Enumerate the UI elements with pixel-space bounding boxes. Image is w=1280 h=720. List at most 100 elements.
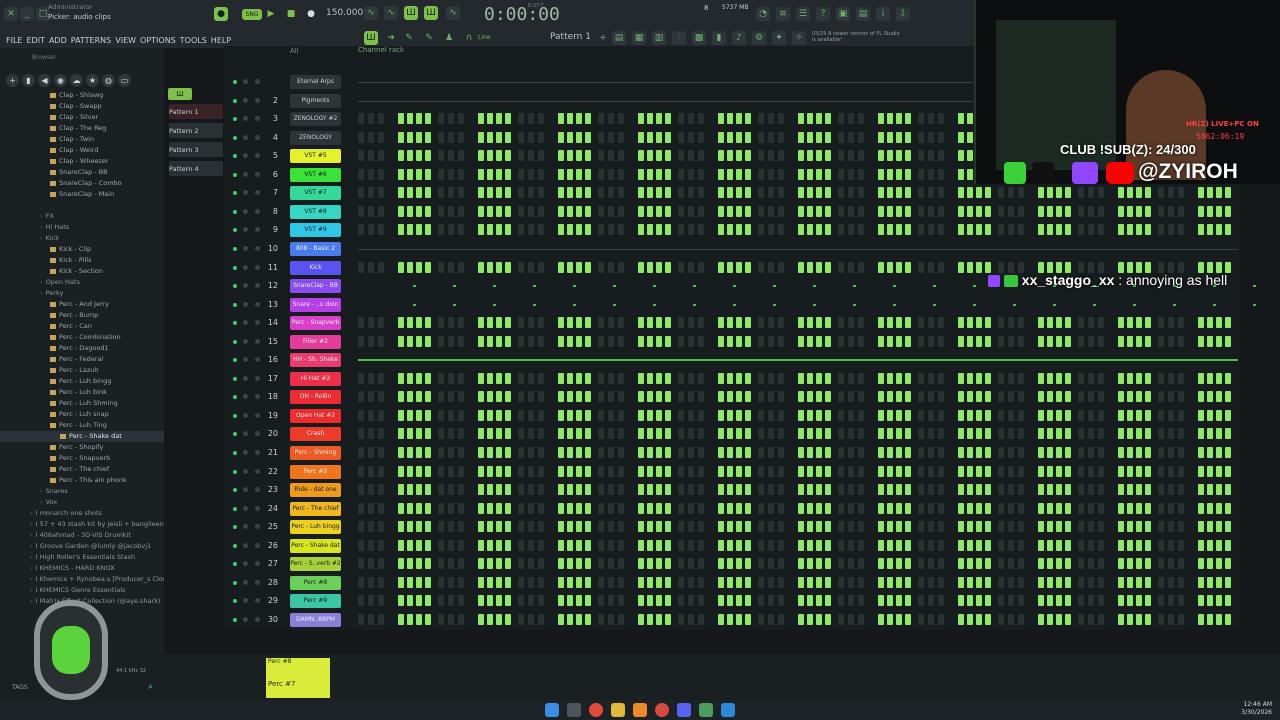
pan-knob[interactable] [243, 561, 248, 567]
step-button[interactable] [758, 558, 764, 570]
step-button[interactable] [758, 335, 764, 347]
step-button[interactable] [1225, 205, 1231, 217]
step-button[interactable] [608, 372, 614, 384]
step-button[interactable] [727, 168, 733, 180]
step-button[interactable] [768, 576, 774, 588]
step-button[interactable] [1078, 428, 1084, 440]
step-button[interactable] [816, 205, 822, 217]
step-button[interactable] [598, 150, 604, 162]
step-button[interactable] [438, 113, 444, 125]
step-button[interactable] [487, 113, 493, 125]
browser-file[interactable]: Perc - Luh bink [0, 387, 164, 398]
step-button[interactable] [736, 576, 742, 588]
step-button[interactable] [496, 317, 502, 329]
step-button[interactable] [967, 539, 973, 551]
step-button[interactable] [425, 613, 431, 625]
step-button[interactable] [938, 447, 944, 458]
step-button[interactable] [618, 261, 624, 273]
step-button[interactable] [727, 150, 733, 162]
step-button[interactable] [938, 205, 944, 217]
step-button[interactable] [598, 391, 604, 403]
step-button[interactable] [967, 150, 973, 162]
step-button[interactable] [998, 372, 1004, 384]
step-button[interactable] [378, 409, 384, 421]
step-button[interactable] [736, 131, 742, 143]
step-button[interactable] [878, 428, 884, 440]
step-button[interactable] [538, 539, 544, 551]
step-button[interactable] [758, 317, 764, 329]
step-button[interactable] [918, 484, 924, 496]
step-button[interactable] [598, 595, 604, 607]
step-button[interactable] [807, 205, 813, 217]
step-button[interactable] [718, 335, 724, 347]
step-button[interactable] [1168, 539, 1174, 551]
step-button[interactable] [1047, 595, 1053, 607]
step-button[interactable] [1065, 447, 1071, 458]
step-button[interactable] [736, 484, 742, 496]
step-button[interactable] [576, 428, 582, 440]
step-button[interactable] [698, 428, 704, 440]
step-button[interactable] [887, 335, 893, 347]
mute-led-icon[interactable] [233, 580, 237, 585]
step-button[interactable] [1207, 447, 1213, 458]
step-button[interactable] [665, 391, 671, 403]
step-button[interactable] [576, 150, 582, 162]
step-button[interactable] [358, 484, 364, 496]
step-button[interactable] [458, 595, 464, 607]
step-button[interactable] [656, 205, 662, 217]
step-button[interactable] [665, 447, 671, 458]
step-button[interactable] [1056, 428, 1062, 440]
step-button[interactable] [448, 465, 454, 477]
mute-led-icon[interactable] [233, 376, 237, 381]
channel-name-button[interactable]: Kick [290, 260, 341, 275]
browser-folder[interactable]: › Open Hats [0, 277, 164, 288]
mute-led-icon[interactable] [233, 395, 237, 400]
browser-file[interactable]: Clap - Silver [0, 112, 164, 123]
step-button[interactable] [918, 409, 924, 421]
step-button[interactable] [858, 465, 864, 477]
step-button[interactable] [976, 187, 982, 199]
step-button[interactable] [585, 317, 591, 329]
step-button[interactable] [358, 150, 364, 162]
step-button[interactable] [665, 558, 671, 570]
step-button[interactable] [998, 187, 1004, 199]
mute-led-icon[interactable] [233, 358, 237, 363]
step-button[interactable] [1008, 187, 1014, 199]
step-button[interactable] [1088, 187, 1094, 199]
step-button[interactable] [1118, 372, 1124, 384]
browser-folder[interactable]: › I Khemics + Rynobea.s [Producer_s Cloud… [0, 574, 164, 585]
step-button[interactable] [665, 484, 671, 496]
step-button[interactable] [585, 131, 591, 143]
step-button[interactable] [896, 465, 902, 477]
step-button[interactable] [528, 168, 534, 180]
step-button[interactable] [496, 187, 502, 199]
step-button[interactable] [798, 502, 804, 514]
step-button[interactable] [848, 205, 854, 217]
step-button[interactable] [1158, 521, 1164, 533]
step-button[interactable] [798, 409, 804, 421]
step-button[interactable] [778, 391, 784, 403]
step-button[interactable] [905, 409, 911, 421]
step-button[interactable] [656, 484, 662, 496]
step-button[interactable] [736, 317, 742, 329]
step-button[interactable] [1118, 484, 1124, 496]
step-button[interactable] [727, 205, 733, 217]
step-button[interactable] [398, 150, 404, 162]
step-button[interactable] [608, 484, 614, 496]
step-button[interactable] [816, 168, 822, 180]
step-button[interactable] [478, 576, 484, 588]
step-button[interactable] [567, 317, 573, 329]
step-button[interactable] [665, 168, 671, 180]
step-button[interactable] [438, 205, 444, 217]
step-button[interactable] [958, 113, 964, 125]
step-button[interactable] [678, 447, 684, 458]
step-button[interactable] [505, 595, 511, 607]
step-button[interactable] [647, 113, 653, 125]
step-button[interactable] [656, 150, 662, 162]
step-button[interactable] [1098, 484, 1104, 496]
step-button[interactable] [496, 391, 502, 403]
step-button[interactable] [727, 428, 733, 440]
cpu-monitor-icon[interactable]: ◔ [756, 7, 770, 21]
step-button[interactable] [998, 484, 1004, 496]
step-button[interactable] [1056, 372, 1062, 384]
